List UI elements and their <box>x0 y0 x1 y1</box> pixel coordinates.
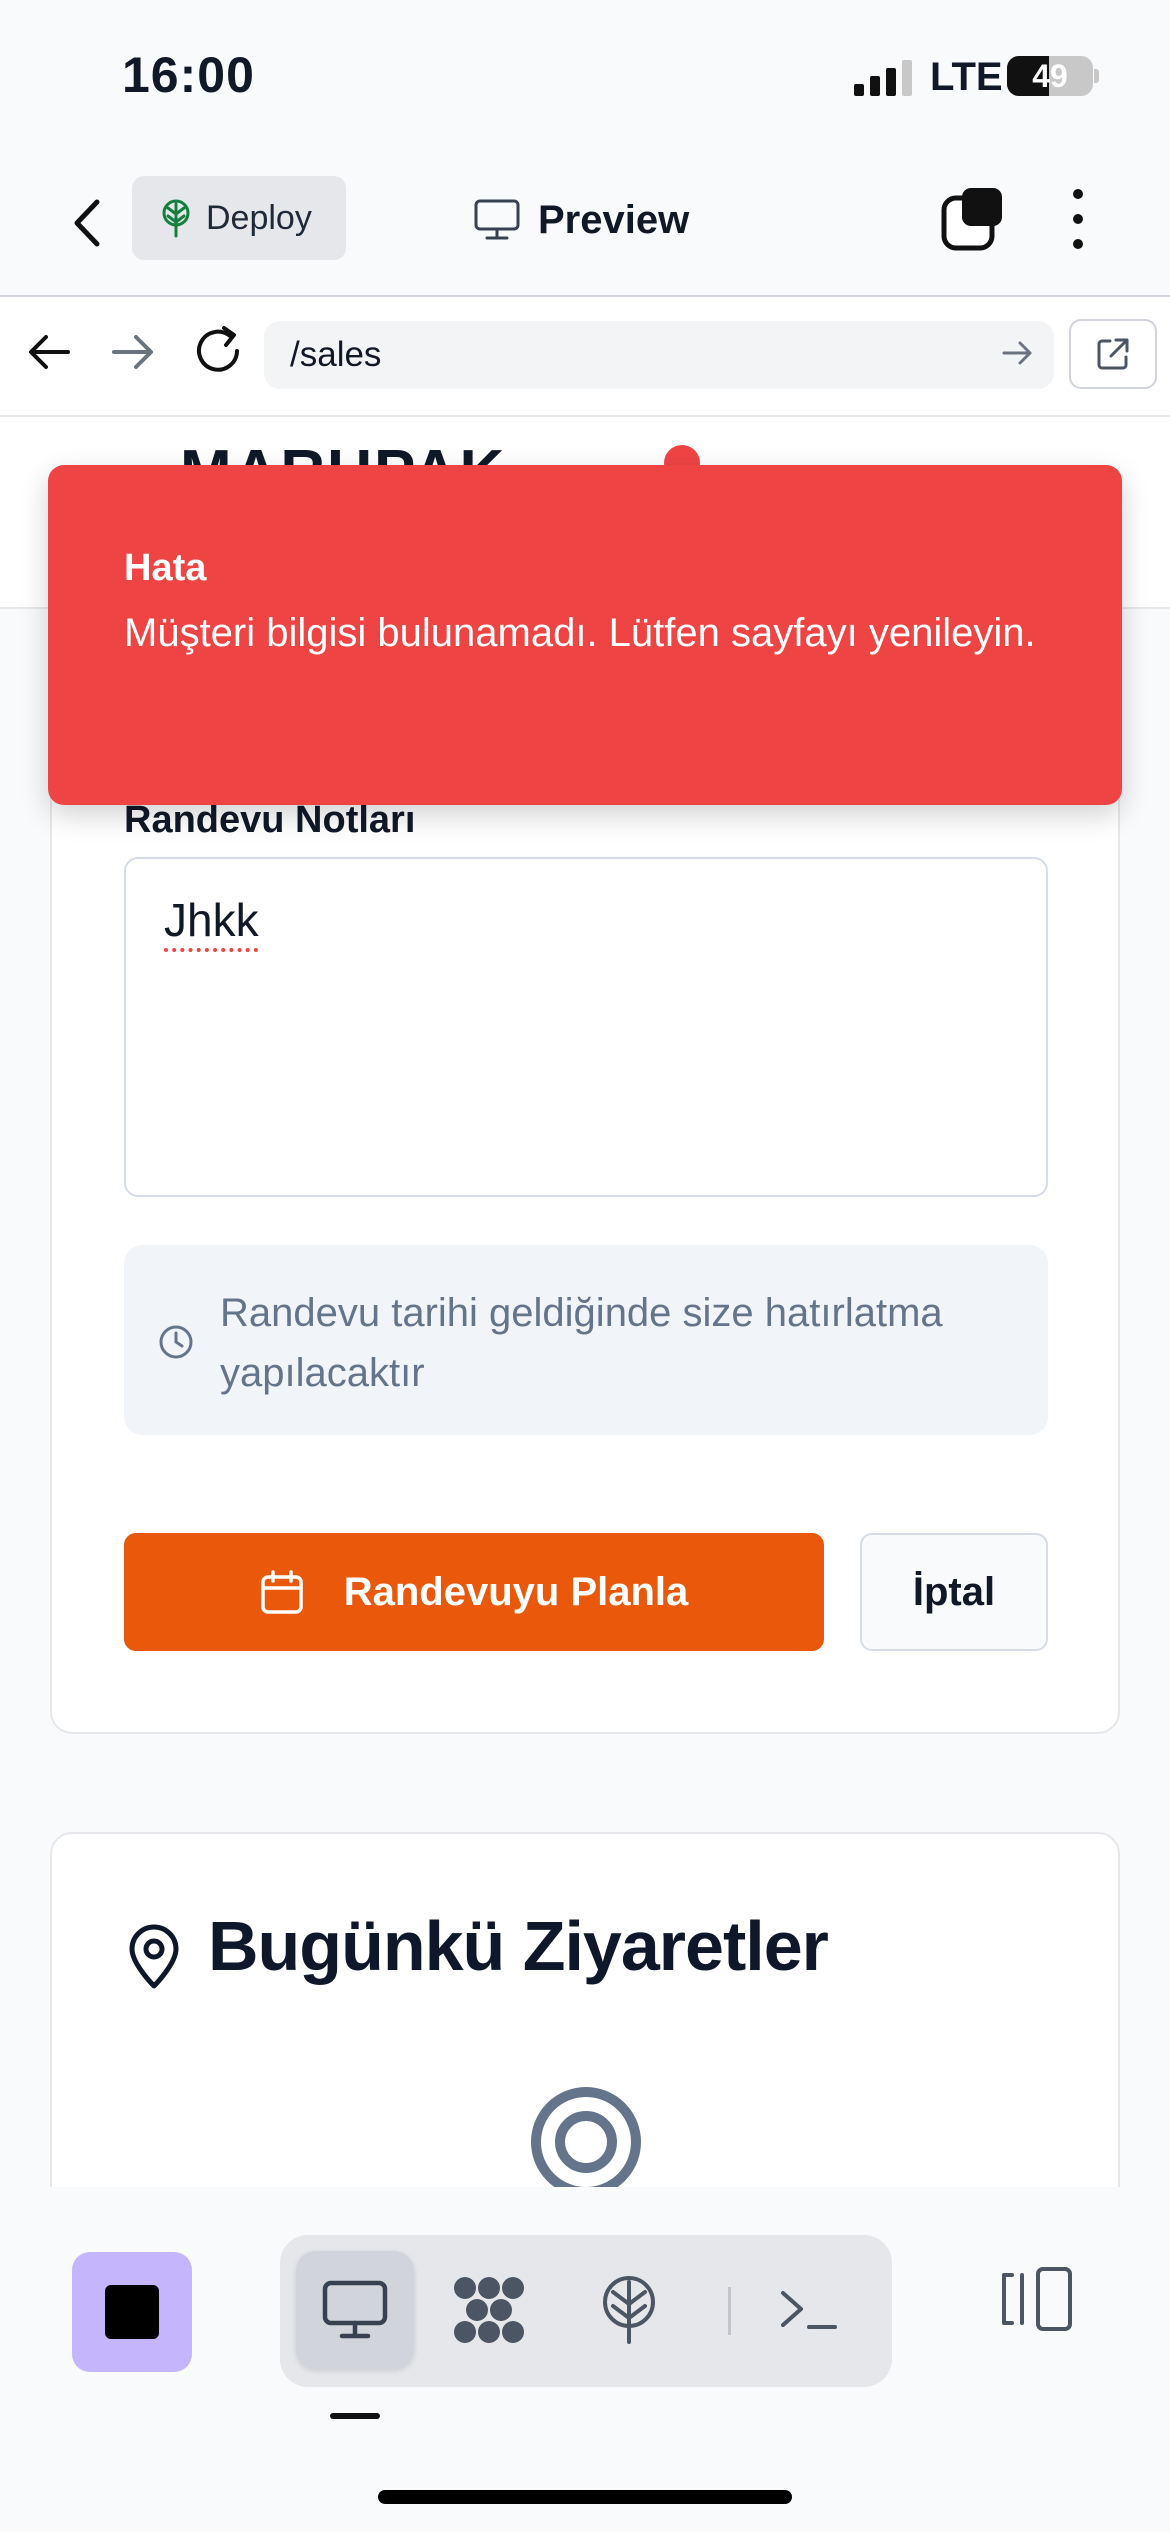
notes-textarea[interactable]: Jhkk <box>124 857 1048 1197</box>
url-text: /sales <box>290 335 382 374</box>
arrow-left-icon[interactable] <box>24 327 74 377</box>
monitor-icon <box>474 199 520 240</box>
back-button[interactable] <box>58 188 114 258</box>
tool-terminal-button[interactable] <box>750 2251 868 2369</box>
clock-icon <box>159 1325 193 1359</box>
schedule-label: Randevuyu Planla <box>343 1569 689 1614</box>
panel-toggle-icon[interactable] <box>998 2259 1078 2339</box>
status-bar: 16:00 LTE 49 <box>0 0 1170 150</box>
stop-icon <box>105 2285 159 2339</box>
active-tool-indicator <box>330 2413 380 2419</box>
notes-label: Randevu Notları <box>124 799 416 841</box>
notes-value: Jhkk <box>164 894 259 946</box>
deploy-icon <box>603 2276 655 2344</box>
preview-label: Preview <box>538 197 690 242</box>
tool-switcher <box>280 2235 892 2387</box>
target-icon <box>531 2087 641 2187</box>
calendar-icon <box>260 1570 303 1614</box>
toast-title: Hata <box>124 547 207 589</box>
tool-deploy-button[interactable] <box>570 2251 688 2369</box>
battery-nub <box>1094 69 1099 83</box>
url-input[interactable]: /sales <box>264 321 1054 389</box>
monitor-icon <box>322 2280 388 2339</box>
browser-bar: /sales <box>0 297 1170 417</box>
chevron-left-icon <box>74 199 100 247</box>
error-toast[interactable]: Hata Müşteri bilgisi bulunamadı. Lütfen … <box>48 465 1122 805</box>
deploy-label: Deploy <box>206 198 312 237</box>
terminal-icon <box>781 2291 837 2329</box>
reload-icon[interactable] <box>190 323 246 379</box>
preview-tab[interactable]: Preview <box>474 190 689 250</box>
cancel-button[interactable]: İptal <box>860 1533 1048 1651</box>
toast-message: Müşteri bilgisi bulunamadı. Lütfen sayfa… <box>124 611 1036 655</box>
arrow-right-icon[interactable] <box>108 327 158 377</box>
status-time: 16:00 <box>122 47 255 103</box>
workflow-icon <box>454 2277 524 2343</box>
battery-level: 49 <box>1032 58 1068 94</box>
signal-icon <box>854 60 912 96</box>
tabs-icon[interactable] <box>940 186 1006 252</box>
deploy-button[interactable]: Deploy <box>132 176 346 260</box>
stop-button[interactable] <box>72 2252 192 2372</box>
tool-separator <box>728 2287 731 2335</box>
external-link-icon <box>1097 338 1129 370</box>
app-toolbar: Deploy Preview <box>0 150 1170 297</box>
todays-visits-card: Bugünkü Ziyaretler <box>50 1832 1120 2187</box>
schedule-appointment-button[interactable]: Randevuyu Planla <box>124 1533 824 1651</box>
reminder-text: Randevu tarihi geldiğinde size hatırlatm… <box>220 1291 943 1395</box>
battery-icon: 49 <box>1007 56 1093 96</box>
tool-preview-button[interactable] <box>296 2251 414 2369</box>
home-indicator <box>378 2490 792 2504</box>
bottom-dock <box>0 2187 1170 2532</box>
network-type: LTE <box>930 55 1003 99</box>
tool-workflow-button[interactable] <box>430 2251 548 2369</box>
reminder-info-box: Randevu tarihi geldiğinde size hatırlatm… <box>124 1245 1048 1435</box>
open-external-button[interactable] <box>1069 319 1157 389</box>
deploy-tree-icon <box>162 199 190 238</box>
map-pin-icon <box>129 1924 179 1989</box>
todays-visits-title: Bugünkü Ziyaretler <box>208 1907 829 1985</box>
more-vertical-icon[interactable] <box>1060 186 1096 252</box>
go-arrow-icon[interactable] <box>998 333 1038 373</box>
